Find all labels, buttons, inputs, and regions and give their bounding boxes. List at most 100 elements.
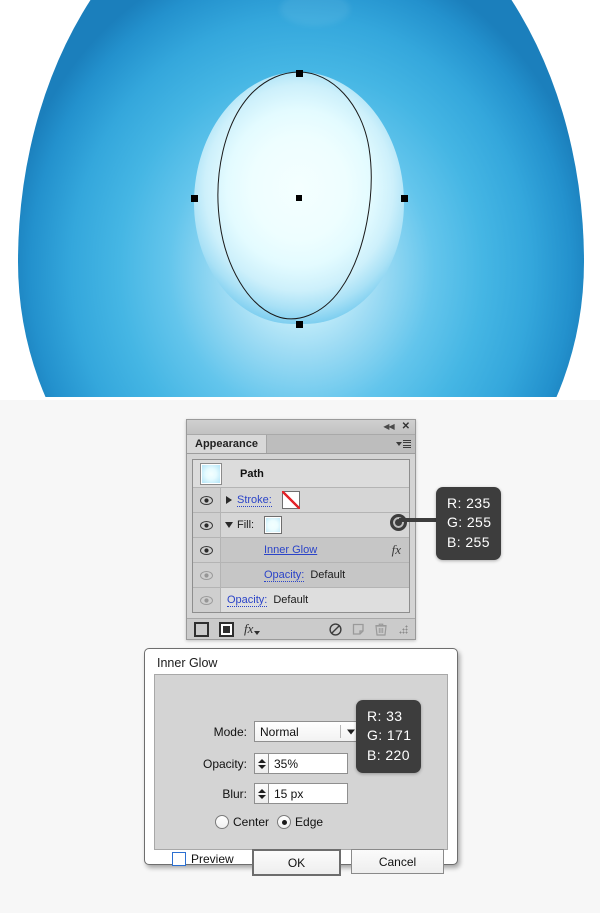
cancel-button-label: Cancel — [378, 854, 417, 869]
radio-center-label: Center — [233, 815, 270, 829]
tab-appearance[interactable]: Appearance — [187, 435, 267, 453]
path-thumbnail — [200, 462, 222, 485]
chevron-down-icon — [347, 729, 355, 734]
add-new-fill-icon[interactable] — [219, 621, 234, 637]
radio-edge[interactable]: Edge — [277, 815, 323, 829]
anchor-point-bottom[interactable] — [296, 321, 303, 328]
opacity-field-row: Opacity: 35% — [155, 753, 348, 774]
fill-color-swatch[interactable] — [264, 516, 283, 534]
preview-label: Preview — [191, 852, 234, 866]
anchor-point-right[interactable] — [401, 195, 408, 202]
disclosure-triangle-stroke[interactable] — [221, 496, 237, 504]
cancel-button[interactable]: Cancel — [351, 849, 444, 874]
fill-opacity-value: Default — [310, 569, 346, 581]
anchor-point-center[interactable] — [296, 195, 302, 201]
blur-input[interactable]: 15 px — [268, 783, 348, 804]
callout-fill-g: G: 255 — [447, 514, 492, 531]
opacity-stepper[interactable] — [254, 753, 268, 774]
select-divider — [340, 725, 341, 738]
appearance-panel-footer: fx — [187, 618, 415, 639]
panel-menu-icon[interactable] — [392, 435, 415, 453]
radio-center[interactable]: Center — [215, 815, 269, 829]
tab-appearance-label: Appearance — [195, 438, 258, 450]
panel-tab-row: Appearance — [187, 435, 415, 454]
opacity-input-value: 35% — [274, 756, 299, 771]
preview-checkbox[interactable] — [172, 852, 186, 866]
eye-icon — [200, 545, 213, 555]
chevron-down-icon — [225, 522, 233, 528]
hamburger-icon — [403, 439, 411, 449]
stepper-down-icon[interactable] — [257, 764, 266, 769]
blur-label: Blur: — [222, 786, 247, 801]
object-name-label: Path — [240, 467, 264, 480]
ok-button-label: OK — [287, 855, 306, 870]
radio-center-indicator — [215, 815, 229, 829]
panel-titlebar: ◀◀ ✕ — [187, 420, 415, 435]
mode-label: Mode: — [213, 724, 247, 739]
callout-fill-b: B: 255 — [447, 533, 490, 550]
visibility-toggle-object-opacity[interactable] — [193, 588, 221, 612]
blur-field-row: Blur: 15 px — [155, 783, 348, 804]
radio-edge-label: Edge — [295, 815, 324, 829]
dialog-title: Inner Glow — [157, 656, 218, 670]
opacity-label: Opacity: — [202, 756, 247, 771]
add-new-stroke-icon[interactable] — [194, 621, 209, 637]
opacity-input[interactable]: 35% — [268, 753, 348, 774]
resize-grip-icon[interactable] — [399, 624, 408, 634]
stepper-up-icon[interactable] — [257, 758, 266, 763]
visibility-toggle-inner-glow[interactable] — [193, 538, 221, 562]
eye-icon — [200, 495, 213, 505]
collapse-to-icons-icon[interactable]: ◀◀ — [383, 423, 394, 431]
stroke-color-swatch[interactable] — [281, 491, 300, 509]
callout-anchor-dot-fill — [390, 514, 407, 531]
eye-icon — [200, 520, 213, 530]
tab-filler — [266, 435, 392, 453]
stepper-up-icon[interactable] — [257, 788, 266, 793]
object-opacity-label[interactable]: Opacity: — [227, 594, 268, 607]
stepper-down-icon[interactable] — [257, 794, 266, 799]
add-new-effect-icon[interactable]: fx — [244, 621, 261, 637]
disclosure-triangle-fill[interactable] — [221, 522, 237, 528]
appearance-row-object-opacity[interactable]: Opacity: Default — [193, 588, 409, 612]
object-opacity-value: Default — [273, 594, 309, 606]
fx-icon[interactable]: fx — [392, 542, 401, 558]
callout-fill-color: R: 235 G: 255 B: 255 — [436, 487, 502, 560]
anchor-point-left[interactable] — [191, 195, 198, 202]
fill-opacity-label[interactable]: Opacity: — [264, 569, 305, 582]
visibility-toggle-fill[interactable] — [193, 513, 221, 537]
chevron-right-icon — [226, 496, 232, 504]
preview-checkbox-row[interactable]: Preview — [172, 852, 234, 866]
canvas-bottom-edge — [0, 397, 600, 400]
visibility-toggle-stroke[interactable] — [193, 488, 221, 512]
callout-stem-fill — [399, 518, 439, 522]
ok-button[interactable]: OK — [252, 849, 341, 876]
inner-glow-label[interactable]: Inner Glow — [264, 544, 317, 556]
radio-edge-indicator — [277, 815, 292, 829]
blur-input-value: 15 px — [274, 786, 304, 801]
mode-select[interactable]: Normal — [254, 721, 361, 742]
mode-select-value: Normal — [260, 724, 299, 739]
origin-radio-group: Center Edge — [215, 815, 323, 829]
callout-glow-b: B: 220 — [367, 746, 410, 763]
stroke-label[interactable]: Stroke: — [237, 494, 272, 507]
appearance-list: Path Stroke: Fill: Inner Glow fx Opacity… — [192, 459, 410, 613]
appearance-row-stroke[interactable]: Stroke: — [193, 488, 409, 513]
appearance-object-row[interactable]: Path — [193, 460, 409, 488]
eye-icon — [200, 595, 213, 605]
appearance-row-inner-glow[interactable]: Inner Glow fx — [193, 538, 409, 563]
callout-glow-g: G: 171 — [367, 727, 412, 744]
appearance-row-fill[interactable]: Fill: — [193, 513, 409, 538]
appearance-row-fill-opacity[interactable]: Opacity: Default — [193, 563, 409, 588]
visibility-toggle-fill-opacity[interactable] — [193, 563, 221, 587]
delete-item-icon[interactable] — [375, 623, 387, 636]
blur-stepper[interactable] — [254, 783, 268, 804]
anchor-point-top[interactable] — [296, 70, 303, 77]
callout-fill-r: R: 235 — [447, 495, 491, 511]
callout-glow-r: R: 33 — [367, 708, 403, 724]
chevron-down-icon — [396, 442, 402, 446]
illustration-canvas — [0, 0, 600, 400]
duplicate-item-icon[interactable] — [352, 623, 365, 636]
fill-label[interactable]: Fill: — [237, 519, 254, 531]
clear-appearance-icon[interactable] — [329, 622, 342, 636]
close-icon[interactable]: ✕ — [402, 422, 410, 432]
